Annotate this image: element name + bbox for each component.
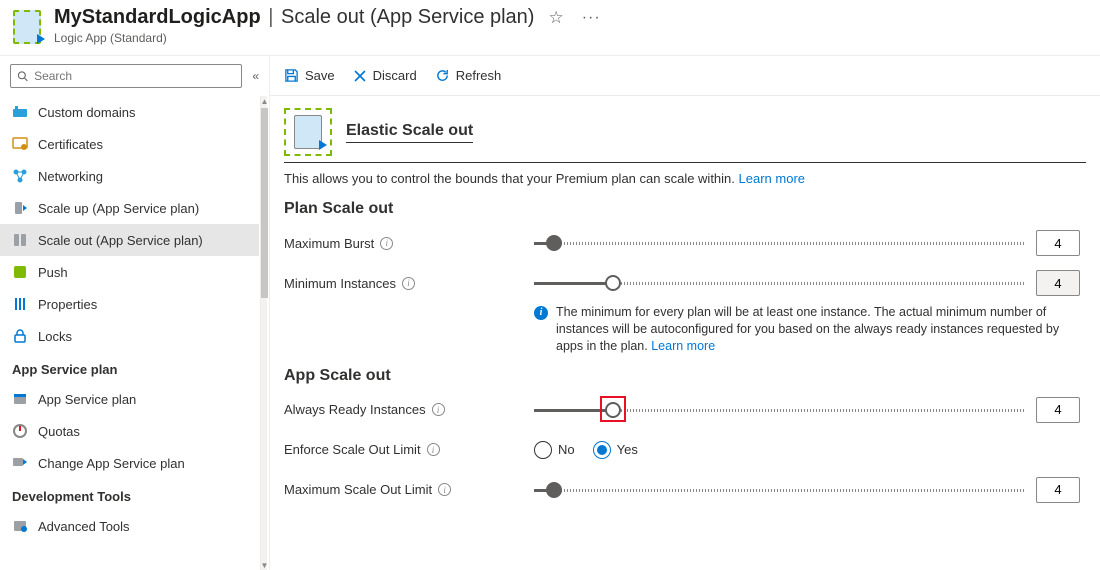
main-pane: Save Discard Refresh Elastic Scale out T… — [270, 56, 1100, 570]
quotas-icon — [12, 423, 28, 439]
min-instances-label: Minimum Instances — [284, 276, 396, 291]
scale-out-icon — [12, 232, 28, 248]
tools-icon — [12, 518, 28, 534]
min-instances-note: i The minimum for every plan will be at … — [534, 304, 1086, 355]
push-icon — [12, 264, 28, 280]
discard-button[interactable]: Discard — [353, 68, 417, 83]
always-ready-value[interactable] — [1036, 397, 1080, 423]
certificate-icon — [12, 136, 28, 152]
sidebar-item-quotas[interactable]: Quotas — [0, 415, 259, 447]
min-instances-value — [1036, 270, 1080, 296]
sidebar-item-advanced-tools[interactable]: Advanced Tools — [0, 510, 259, 542]
page-subtitle: Logic App (Standard) — [54, 31, 601, 45]
section-heading: Elastic Scale out — [346, 122, 473, 143]
enforce-limit-label: Enforce Scale Out Limit — [284, 442, 421, 457]
max-scale-out-label: Maximum Scale Out Limit — [284, 482, 432, 497]
row-max-scale-out: Maximum Scale Out Limit i — [284, 473, 1086, 507]
sidebar-scrollbar[interactable]: ▲ ▼ — [260, 96, 267, 570]
sidebar-group-dev-tools: Development Tools — [0, 479, 259, 510]
max-burst-label: Maximum Burst — [284, 236, 374, 251]
sidebar-item-custom-domains[interactable]: Custom domains — [0, 96, 259, 128]
sidebar-search[interactable] — [10, 64, 242, 88]
sidebar-group-app-service-plan: App Service plan — [0, 352, 259, 383]
save-button[interactable]: Save — [284, 68, 335, 83]
elastic-scale-icon — [284, 108, 332, 156]
search-icon — [17, 70, 28, 82]
refresh-icon — [435, 68, 450, 83]
learn-more-link[interactable]: Learn more — [739, 171, 805, 186]
nav-list: Custom domains Certificates Networking S… — [0, 96, 259, 570]
scroll-down-icon[interactable]: ▼ — [261, 560, 268, 570]
info-bubble-icon: i — [534, 306, 548, 320]
min-instances-slider[interactable] — [534, 274, 1026, 292]
sidebar-item-label: Networking — [38, 169, 103, 184]
toolbar: Save Discard Refresh — [270, 56, 1100, 96]
always-ready-slider[interactable] — [534, 401, 1026, 419]
sidebar-item-label: Locks — [38, 329, 72, 344]
plan-scale-out-heading: Plan Scale out — [284, 200, 1086, 218]
scale-up-icon — [12, 200, 28, 216]
favorite-star-icon[interactable]: ☆ — [548, 8, 563, 28]
enforce-yes-radio[interactable]: Yes — [593, 441, 638, 459]
sidebar-item-change-plan[interactable]: Change App Service plan — [0, 447, 259, 479]
info-icon[interactable]: i — [402, 277, 415, 290]
globe-icon — [12, 104, 28, 120]
enforce-no-radio[interactable]: No — [534, 441, 575, 459]
scroll-up-icon[interactable]: ▲ — [261, 96, 268, 106]
row-enforce-limit: Enforce Scale Out Limit i No Yes — [284, 433, 1086, 467]
collapse-sidebar-icon[interactable]: « — [252, 69, 259, 83]
page-title: MyStandardLogicApp | Scale out (App Serv… — [54, 6, 534, 29]
sidebar-item-scale-up[interactable]: Scale up (App Service plan) — [0, 192, 259, 224]
sidebar: « Custom domains Certificates Networking — [0, 56, 270, 570]
page-header: MyStandardLogicApp | Scale out (App Serv… — [0, 0, 1100, 56]
row-always-ready: Always Ready Instances i — [284, 393, 1086, 427]
properties-icon — [12, 296, 28, 312]
refresh-button[interactable]: Refresh — [435, 68, 502, 83]
sidebar-item-push[interactable]: Push — [0, 256, 259, 288]
sidebar-search-input[interactable] — [34, 69, 235, 83]
info-icon[interactable]: i — [438, 483, 451, 496]
discard-icon — [353, 69, 367, 83]
sidebar-item-label: Push — [38, 265, 68, 280]
swap-icon — [12, 455, 28, 471]
logic-app-icon — [10, 8, 44, 46]
sidebar-item-label: Change App Service plan — [38, 456, 185, 471]
note-learn-more-link[interactable]: Learn more — [651, 339, 715, 353]
sidebar-item-certificates[interactable]: Certificates — [0, 128, 259, 160]
sidebar-item-label: Custom domains — [38, 105, 136, 120]
info-icon[interactable]: i — [427, 443, 440, 456]
row-min-instances: Minimum Instances i — [284, 266, 1086, 300]
max-scale-out-slider[interactable] — [534, 481, 1026, 499]
app-service-plan-icon — [12, 391, 28, 407]
max-scale-out-value[interactable] — [1036, 477, 1080, 503]
max-burst-value[interactable] — [1036, 230, 1080, 256]
sidebar-item-label: Advanced Tools — [38, 519, 130, 534]
always-ready-label: Always Ready Instances — [284, 402, 426, 417]
section-description: This allows you to control the bounds th… — [284, 171, 1086, 186]
sidebar-item-locks[interactable]: Locks — [0, 320, 259, 352]
sidebar-item-networking[interactable]: Networking — [0, 160, 259, 192]
sidebar-item-properties[interactable]: Properties — [0, 288, 259, 320]
row-max-burst: Maximum Burst i — [284, 226, 1086, 260]
sidebar-item-label: App Service plan — [38, 392, 136, 407]
more-actions-icon[interactable]: ··· — [582, 9, 601, 27]
info-icon[interactable]: i — [380, 237, 393, 250]
sidebar-item-app-service-plan[interactable]: App Service plan — [0, 383, 259, 415]
app-scale-out-heading: App Scale out — [284, 367, 1086, 385]
sidebar-item-label: Properties — [38, 297, 97, 312]
sidebar-scroll-thumb[interactable] — [261, 108, 268, 298]
lock-icon — [12, 328, 28, 344]
sidebar-item-label: Quotas — [38, 424, 80, 439]
sidebar-item-label: Scale up (App Service plan) — [38, 201, 199, 216]
max-burst-slider[interactable] — [534, 234, 1026, 252]
sidebar-item-label: Certificates — [38, 137, 103, 152]
info-icon[interactable]: i — [432, 403, 445, 416]
save-icon — [284, 68, 299, 83]
network-icon — [12, 168, 28, 184]
sidebar-item-label: Scale out (App Service plan) — [38, 233, 203, 248]
sidebar-item-scale-out[interactable]: Scale out (App Service plan) — [0, 224, 259, 256]
